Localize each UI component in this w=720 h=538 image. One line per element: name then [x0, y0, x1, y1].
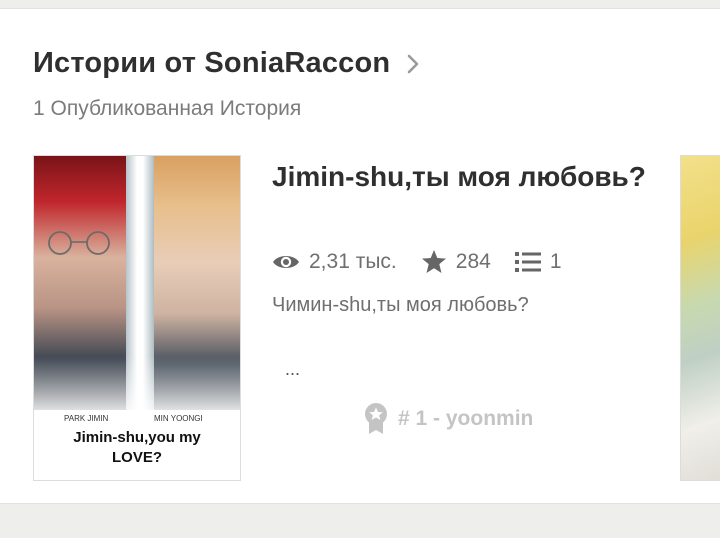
cover-title-line2: LOVE?	[111, 449, 162, 466]
story-cover[interactable]: PARK JIMIN MIN YOONGI Jimin-shu,you my L…	[33, 155, 241, 481]
views-count: 2,31 тыс.	[309, 249, 397, 273]
cover-title: Jimin-shu,you my LOVE?	[34, 428, 240, 468]
star-icon	[421, 250, 446, 273]
cover-left-name: PARK JIMIN	[64, 414, 109, 423]
award-icon	[365, 403, 387, 434]
rank-tag[interactable]: # 1 - yoonmin	[364, 403, 533, 435]
votes-count: 284	[455, 249, 491, 273]
views-stat: 2,31 тыс.	[272, 250, 397, 274]
eye-icon	[273, 255, 299, 268]
story-title[interactable]: Jimin-shu,ты моя любовь?	[272, 159, 652, 194]
cover-fade	[34, 356, 240, 410]
list-icon	[514, 251, 541, 272]
section-title[interactable]: Истории от SoniaRaccon	[33, 47, 390, 80]
chevron-right-icon[interactable]	[402, 53, 424, 75]
section-header[interactable]: Истории от SoniaRaccon	[33, 47, 424, 80]
story-stats: 2,31 тыс. 284 1	[272, 249, 586, 274]
glasses-icon	[48, 231, 110, 255]
published-count: 1 Опубликованная История	[33, 97, 302, 120]
stories-card: Истории от SoniaRaccon 1 Опубликованная …	[0, 8, 720, 504]
story-info: Jimin-shu,ты моя любовь?	[272, 159, 652, 194]
story-description: Чимин-shu,ты моя любовь?	[272, 294, 529, 316]
next-story-cover[interactable]	[680, 155, 720, 481]
rank-tag-label[interactable]: # 1 - yoonmin	[398, 407, 533, 431]
cover-caption: PARK JIMIN MIN YOONGI Jimin-shu,you my L…	[34, 410, 240, 480]
cover-title-line1: Jimin-shu,you my	[73, 429, 201, 446]
parts-count: 1	[549, 249, 562, 273]
description-ellipsis: ...	[285, 359, 301, 379]
cover-right-name: MIN YOONGI	[154, 414, 203, 423]
votes-stat: 284	[421, 249, 491, 274]
parts-stat: 1	[514, 249, 562, 274]
